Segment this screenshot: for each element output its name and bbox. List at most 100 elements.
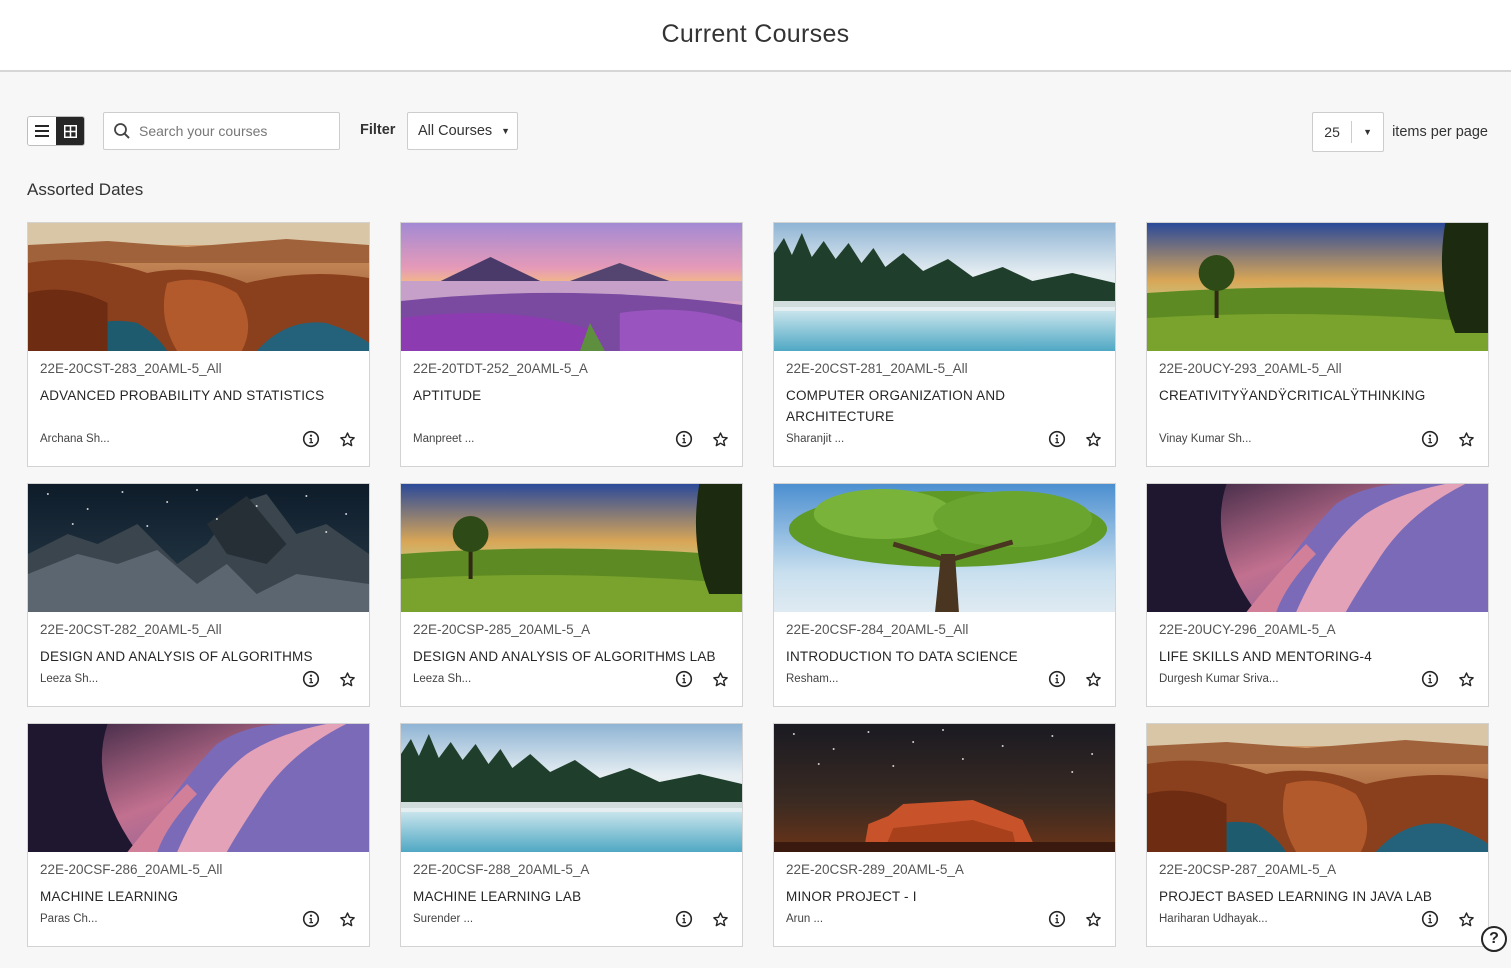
course-card[interactable]: 22E-20UCY-296_20AML-5_A LIFE SKILLS AND … xyxy=(1146,483,1489,707)
search-icon xyxy=(114,123,130,139)
course-actions xyxy=(674,669,730,689)
course-thumbnail-image xyxy=(28,223,369,351)
section-title: Assorted Dates xyxy=(27,180,144,199)
search-box xyxy=(103,112,340,150)
course-info-button[interactable] xyxy=(674,429,694,449)
course-instructor: Paras Ch... xyxy=(40,913,98,925)
course-info-button[interactable] xyxy=(1420,669,1440,689)
course-actions xyxy=(1047,429,1103,449)
course-card[interactable]: 22E-20UCY-293_20AML-5_All CREATIVITYÿAND… xyxy=(1146,222,1489,467)
course-info-button[interactable] xyxy=(301,909,321,929)
course-title[interactable]: ADVANCED PROBABILITY AND STATISTICS xyxy=(40,385,357,406)
favorite-button[interactable] xyxy=(1083,429,1103,449)
course-title[interactable]: DESIGN AND ANALYSIS OF ALGORITHMS xyxy=(40,646,357,667)
toolbar: Filter All Courses ▼ 25 ▼ items per page xyxy=(27,112,1488,152)
course-card-body: 22E-20CSF-284_20AML-5_All INTRODUCTION T… xyxy=(774,612,1115,688)
course-thumbnail-image xyxy=(401,223,742,351)
course-card[interactable]: 22E-20CSF-286_20AML-5_All MACHINE LEARNI… xyxy=(27,723,370,947)
course-info-button[interactable] xyxy=(301,669,321,689)
course-card-body: 22E-20CST-282_20AML-5_All DESIGN AND ANA… xyxy=(28,612,369,688)
course-title[interactable]: LIFE SKILLS AND MENTORING-4 xyxy=(1159,646,1476,667)
list-view-icon xyxy=(35,125,49,137)
course-thumbnail-image xyxy=(774,484,1115,612)
course-card-body: 22E-20CST-283_20AML-5_All ADVANCED PROBA… xyxy=(28,351,369,448)
star-icon xyxy=(712,911,728,926)
course-info-button[interactable] xyxy=(301,429,321,449)
course-instructor: Vinay Kumar Sh... xyxy=(1159,433,1252,445)
favorite-button[interactable] xyxy=(1456,429,1476,449)
course-title[interactable]: PROJECT BASED LEARNING IN JAVA LAB xyxy=(1159,886,1476,907)
star-icon xyxy=(1458,671,1474,686)
page-header: Current Courses xyxy=(0,0,1511,72)
course-instructor: Leeza Sh... xyxy=(40,673,99,685)
favorite-button[interactable] xyxy=(337,669,357,689)
course-card[interactable]: 22E-20CST-283_20AML-5_All ADVANCED PROBA… xyxy=(27,222,370,467)
course-title[interactable]: MACHINE LEARNING LAB xyxy=(413,886,730,907)
list-view-button[interactable] xyxy=(28,117,56,145)
favorite-button[interactable] xyxy=(337,429,357,449)
items-per-page-label: items per page xyxy=(1392,124,1488,140)
course-id: 22E-20CST-281_20AML-5_All xyxy=(786,361,968,376)
course-title[interactable]: INTRODUCTION TO DATA SCIENCE xyxy=(786,646,1103,667)
search-input[interactable] xyxy=(139,123,319,139)
course-title[interactable]: APTITUDE xyxy=(413,385,730,406)
course-card[interactable]: 22E-20CSP-285_20AML-5_A DESIGN AND ANALY… xyxy=(400,483,743,707)
filter-dropdown[interactable]: All Courses ▼ xyxy=(407,112,518,150)
course-info-button[interactable] xyxy=(674,669,694,689)
favorite-button[interactable] xyxy=(1083,909,1103,929)
course-card[interactable]: 22E-20CSF-284_20AML-5_All INTRODUCTION T… xyxy=(773,483,1116,707)
course-thumbnail-image xyxy=(1147,223,1488,351)
star-icon xyxy=(712,431,728,446)
favorite-button[interactable] xyxy=(337,909,357,929)
course-grid: 22E-20CST-283_20AML-5_All ADVANCED PROBA… xyxy=(27,222,1489,947)
course-info-button[interactable] xyxy=(1047,669,1067,689)
course-thumbnail-image xyxy=(774,223,1115,351)
course-id: 22E-20CST-282_20AML-5_All xyxy=(40,622,222,637)
items-per-page-dropdown[interactable]: 25 ▼ xyxy=(1312,112,1385,152)
filter-value: All Courses xyxy=(418,123,493,139)
course-card[interactable]: 22E-20CSF-288_20AML-5_A MACHINE LEARNING… xyxy=(400,723,743,947)
course-actions xyxy=(1420,909,1476,929)
course-title[interactable]: COMPUTER ORGANIZATION AND ARCHITECTURE xyxy=(786,385,1103,427)
course-instructor: Archana Sh... xyxy=(40,433,110,445)
favorite-button[interactable] xyxy=(710,429,730,449)
course-thumbnail xyxy=(28,724,369,852)
favorite-button[interactable] xyxy=(710,669,730,689)
help-button[interactable]: ? xyxy=(1481,926,1507,952)
info-icon xyxy=(1048,670,1066,688)
page-title: Current Courses xyxy=(661,19,850,48)
favorite-button[interactable] xyxy=(710,909,730,929)
course-info-button[interactable] xyxy=(1420,909,1440,929)
course-title[interactable]: MINOR PROJECT - I xyxy=(786,886,1103,907)
course-instructor: Surender ... xyxy=(413,913,474,925)
course-title[interactable]: MACHINE LEARNING xyxy=(40,886,357,907)
course-card[interactable]: 22E-20TDT-252_20AML-5_A APTITUDE Manpree… xyxy=(400,222,743,467)
grid-view-icon xyxy=(63,124,77,138)
star-icon xyxy=(712,671,728,686)
course-card[interactable]: 22E-20CSP-287_20AML-5_A PROJECT BASED LE… xyxy=(1146,723,1489,947)
course-info-button[interactable] xyxy=(1420,429,1440,449)
course-card[interactable]: 22E-20CST-281_20AML-5_All COMPUTER ORGAN… xyxy=(773,222,1116,467)
course-info-button[interactable] xyxy=(674,909,694,929)
course-title[interactable]: CREATIVITYÿANDÿCRITICALÿTHINKING xyxy=(1159,385,1476,406)
items-per-page: 25 ▼ items per page xyxy=(1312,112,1488,152)
info-icon xyxy=(1048,430,1066,448)
course-id: 22E-20UCY-293_20AML-5_All xyxy=(1159,361,1342,376)
course-id: 22E-20CSR-289_20AML-5_A xyxy=(786,862,964,877)
course-info-button[interactable] xyxy=(1047,429,1067,449)
course-card-body: 22E-20CSP-285_20AML-5_A DESIGN AND ANALY… xyxy=(401,612,742,688)
grid-view-button[interactable] xyxy=(56,117,84,145)
course-thumbnail-image xyxy=(401,724,742,852)
info-icon xyxy=(1421,430,1439,448)
course-card[interactable]: 22E-20CSR-289_20AML-5_A MINOR PROJECT - … xyxy=(773,723,1116,947)
course-info-button[interactable] xyxy=(1047,909,1067,929)
favorite-button[interactable] xyxy=(1456,909,1476,929)
star-icon xyxy=(1458,911,1474,926)
favorite-button[interactable] xyxy=(1456,669,1476,689)
course-card[interactable]: 22E-20CST-282_20AML-5_All DESIGN AND ANA… xyxy=(27,483,370,707)
favorite-button[interactable] xyxy=(1083,669,1103,689)
course-instructor: Sharanjit ... xyxy=(786,433,845,445)
course-thumbnail xyxy=(401,484,742,612)
course-title[interactable]: DESIGN AND ANALYSIS OF ALGORITHMS LAB xyxy=(413,646,730,667)
course-actions xyxy=(301,909,357,929)
